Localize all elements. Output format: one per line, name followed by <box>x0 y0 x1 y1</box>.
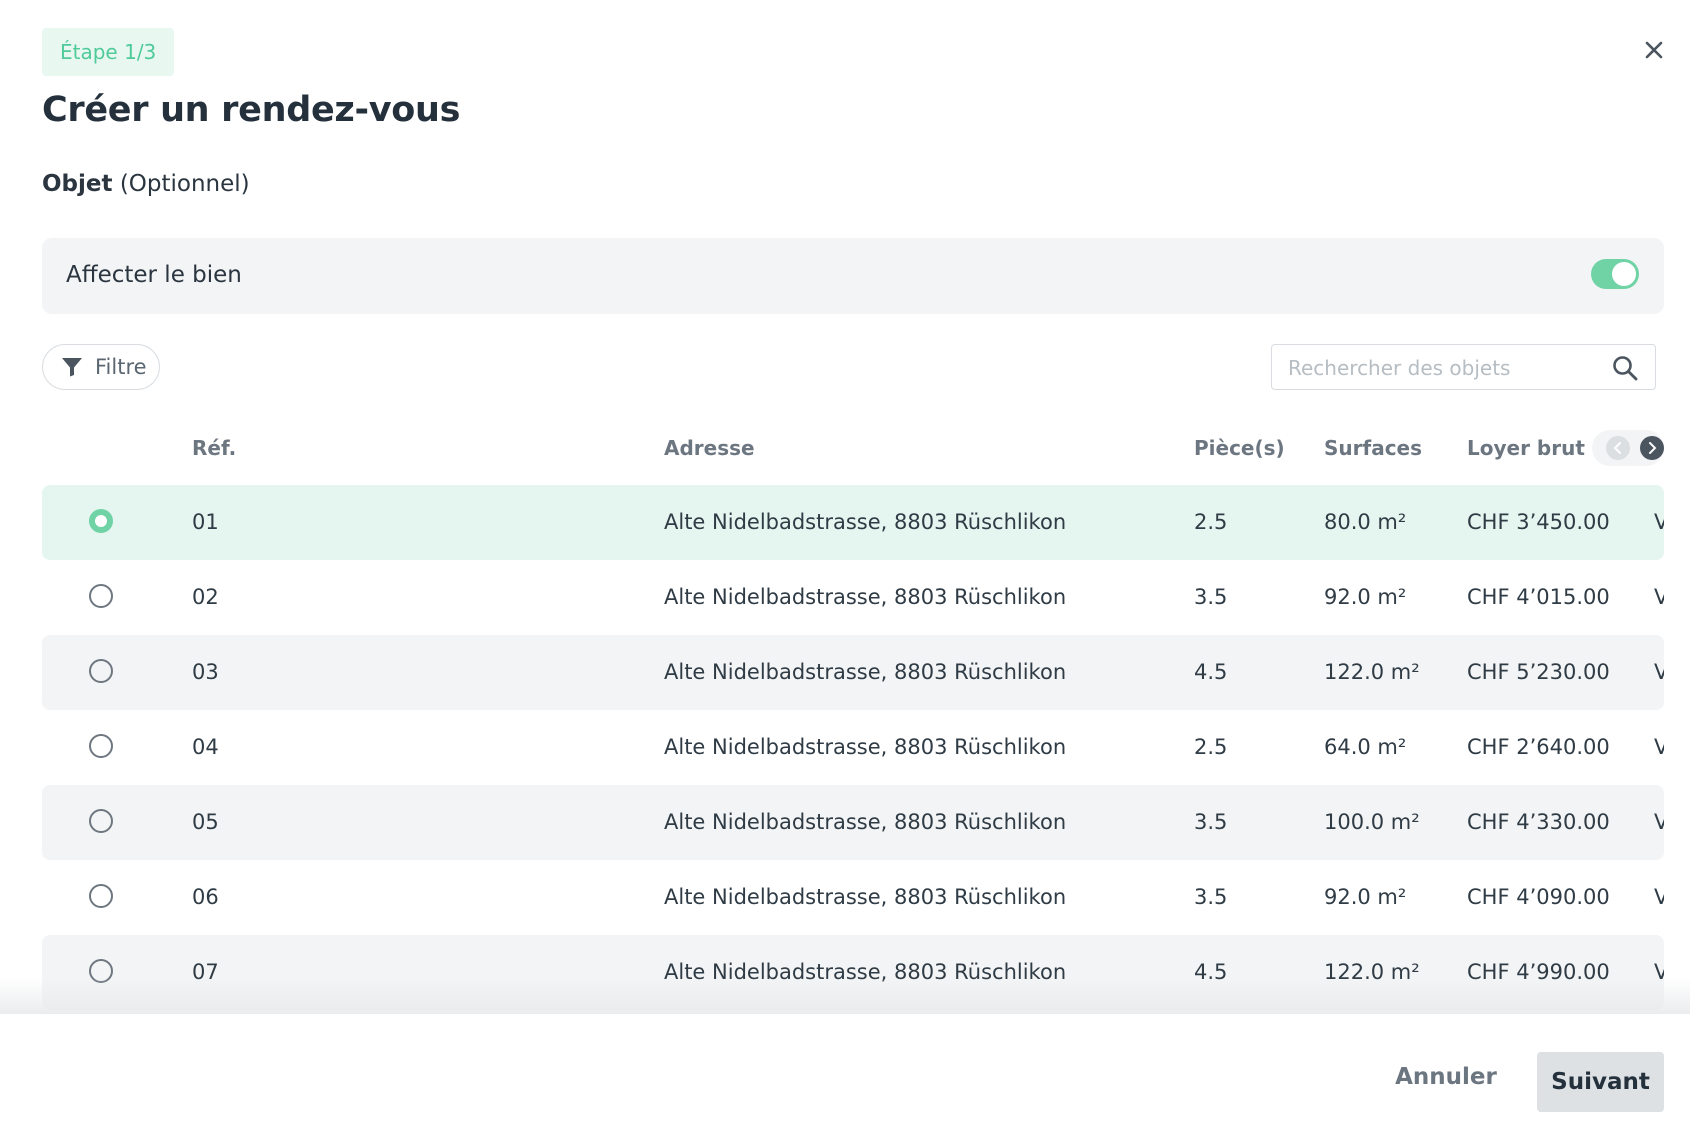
cell-address: Alte Nidelbadstrasse, 8803 Rüschlikon <box>664 585 1067 609</box>
cell-rent: CHF 2’640.00 <box>1467 735 1610 759</box>
row-radio[interactable] <box>89 584 113 608</box>
cell-rent: CHF 4’015.00 <box>1467 585 1610 609</box>
assign-property-label: Affecter le bien <box>66 262 242 288</box>
search-icon[interactable] <box>1612 355 1638 381</box>
cell-surface: 92.0 m² <box>1324 585 1407 609</box>
header-surface[interactable]: Surfaces <box>1324 436 1422 460</box>
cell-rooms: 3.5 <box>1194 885 1228 909</box>
row-radio[interactable] <box>89 734 113 758</box>
row-radio[interactable] <box>89 509 113 533</box>
table-row[interactable]: 04 Alte Nidelbadstrasse, 8803 Rüschlikon 2… <box>42 710 1664 785</box>
cell-rooms: 4.5 <box>1194 960 1228 984</box>
modal-title: Créer un rendez-vous <box>42 90 461 130</box>
table-body: 01 Alte Nidelbadstrasse, 8803 Rüschlikon 2… <box>42 485 1664 1010</box>
step-badge: Étape 1/3 <box>42 28 175 76</box>
columns-next-button[interactable] <box>1640 436 1664 460</box>
cell-rooms: 4.5 <box>1194 660 1228 684</box>
table-header: Réf. Adresse Pièce(s) Surfaces Loyer bru… <box>42 418 1664 478</box>
optional-label: (Optionnel) <box>119 171 250 197</box>
cell-rooms: 3.5 <box>1194 585 1228 609</box>
cell-address: Alte Nidelbadstrasse, 8803 Rüschlikon <box>664 960 1067 984</box>
table-row[interactable]: 05 Alte Nidelbadstrasse, 8803 Rüschlikon 3… <box>42 785 1664 860</box>
table-row[interactable]: 02 Alte Nidelbadstrasse, 8803 Rüschlikon 3… <box>42 560 1664 635</box>
cell-ref: 07 <box>192 960 219 984</box>
column-scroll-controls <box>1592 430 1664 466</box>
cell-address: Alte Nidelbadstrasse, 8803 Rüschlikon <box>664 885 1067 909</box>
columns-prev-button[interactable] <box>1606 436 1630 460</box>
create-appointment-modal: Étape 1/3 Créer un rendez-vous Objet (Op… <box>0 0 1690 1124</box>
cell-truncated: V <box>1654 510 1664 534</box>
table-row[interactable]: 01 Alte Nidelbadstrasse, 8803 Rüschlikon 2… <box>42 485 1664 560</box>
row-radio[interactable] <box>89 884 113 908</box>
cell-surface: 100.0 m² <box>1324 810 1420 834</box>
object-label: Objet <box>42 171 113 197</box>
cell-address: Alte Nidelbadstrasse, 8803 Rüschlikon <box>664 510 1067 534</box>
cell-truncated: V <box>1654 585 1664 609</box>
filter-icon <box>62 358 82 377</box>
cancel-button[interactable]: Annuler <box>1390 1049 1502 1105</box>
assign-property-bar: Affecter le bien <box>42 238 1664 314</box>
cell-rooms: 2.5 <box>1194 510 1228 534</box>
cell-ref: 04 <box>192 735 219 759</box>
cell-surface: 92.0 m² <box>1324 885 1407 909</box>
search-input[interactable] <box>1286 345 1600 391</box>
table-row[interactable]: 06 Alte Nidelbadstrasse, 8803 Rüschlikon 3… <box>42 860 1664 935</box>
header-ref[interactable]: Réf. <box>192 436 236 460</box>
header-address[interactable]: Adresse <box>664 436 755 460</box>
cell-rooms: 3.5 <box>1194 810 1228 834</box>
cell-surface: 122.0 m² <box>1324 960 1420 984</box>
cell-rent: CHF 5’230.00 <box>1467 660 1610 684</box>
cell-rooms: 2.5 <box>1194 735 1228 759</box>
cell-surface: 80.0 m² <box>1324 510 1407 534</box>
search-box <box>1271 344 1656 391</box>
modal-footer: Annuler Suivant <box>0 1014 1690 1124</box>
close-icon <box>1645 41 1663 59</box>
cell-rent: CHF 4’090.00 <box>1467 885 1610 909</box>
objects-table: Réf. Adresse Pièce(s) Surfaces Loyer bru… <box>42 418 1664 1014</box>
cell-ref: 05 <box>192 810 219 834</box>
cell-ref: 01 <box>192 510 219 534</box>
chevron-right-icon <box>1649 442 1657 454</box>
header-rent[interactable]: Loyer brut <box>1467 436 1585 460</box>
cell-truncated: V <box>1654 735 1664 759</box>
object-section-label: Objet (Optionnel) <box>42 171 250 197</box>
table-row[interactable]: 07 Alte Nidelbadstrasse, 8803 Rüschlikon 4… <box>42 935 1664 1010</box>
cell-address: Alte Nidelbadstrasse, 8803 Rüschlikon <box>664 660 1067 684</box>
cell-ref: 02 <box>192 585 219 609</box>
table-row[interactable]: 03 Alte Nidelbadstrasse, 8803 Rüschlikon 4… <box>42 635 1664 710</box>
cell-rent: CHF 4’330.00 <box>1467 810 1610 834</box>
next-button[interactable]: Suivant <box>1537 1052 1664 1112</box>
cell-surface: 122.0 m² <box>1324 660 1420 684</box>
row-radio[interactable] <box>89 659 113 683</box>
assign-property-toggle[interactable] <box>1591 259 1639 289</box>
cell-rent: CHF 4’990.00 <box>1467 960 1610 984</box>
cell-address: Alte Nidelbadstrasse, 8803 Rüschlikon <box>664 735 1067 759</box>
cell-truncated: V <box>1654 960 1664 984</box>
cell-ref: 03 <box>192 660 219 684</box>
cell-truncated: V <box>1654 660 1664 684</box>
close-button[interactable] <box>1638 34 1670 66</box>
row-radio[interactable] <box>89 959 113 983</box>
cell-address: Alte Nidelbadstrasse, 8803 Rüschlikon <box>664 810 1067 834</box>
cell-ref: 06 <box>192 885 219 909</box>
cell-surface: 64.0 m² <box>1324 735 1407 759</box>
chevron-left-icon <box>1613 442 1621 454</box>
toggle-knob <box>1612 262 1636 286</box>
row-radio[interactable] <box>89 809 113 833</box>
cell-rent: CHF 3’450.00 <box>1467 510 1610 534</box>
filter-button[interactable]: Filtre <box>42 344 160 390</box>
cell-truncated: V <box>1654 885 1664 909</box>
filter-label: Filtre <box>95 355 147 379</box>
header-rooms[interactable]: Pièce(s) <box>1194 436 1285 460</box>
cell-truncated: V <box>1654 810 1664 834</box>
